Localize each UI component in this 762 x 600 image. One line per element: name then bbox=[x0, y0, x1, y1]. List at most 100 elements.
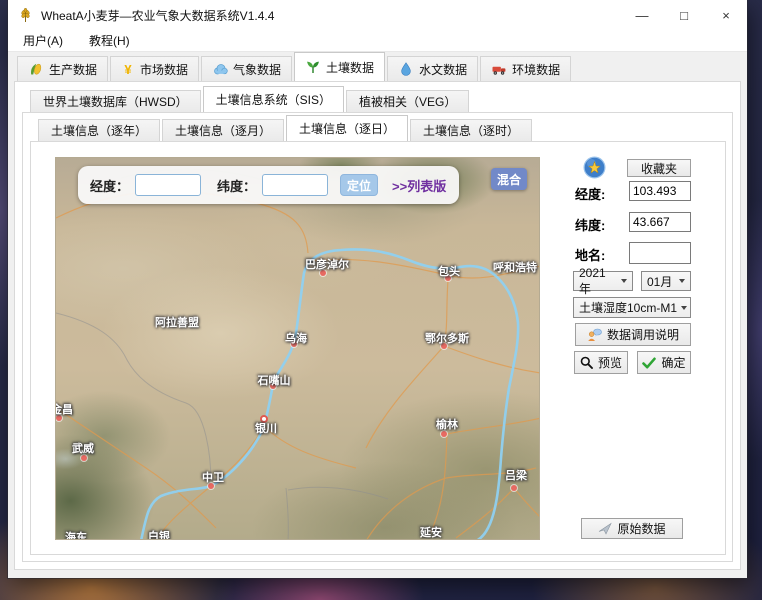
city-label: 吕梁 bbox=[505, 467, 527, 483]
place-label: 地名: bbox=[575, 245, 605, 264]
raw-data-button[interactable]: 原始数据 bbox=[581, 518, 683, 539]
water-icon bbox=[398, 61, 414, 77]
tab-hydrology-data[interactable]: 水文数据 bbox=[387, 56, 478, 81]
window-title: WheatA小麦芽—农业气象大数据系统V1.4.4 bbox=[41, 7, 274, 24]
app-window: WheatA小麦芽—农业气象大数据系统V1.4.4 — □ × 用户(A) 教程… bbox=[8, 0, 747, 578]
city-label: 银川 bbox=[255, 420, 277, 436]
menu-tutorial[interactable]: 教程(H) bbox=[80, 30, 139, 51]
chevron-down-icon bbox=[679, 279, 685, 283]
variable-select-value: 土壤湿度10cm-M1 bbox=[579, 299, 677, 316]
city-label: 鄂尔多斯 bbox=[425, 330, 469, 346]
tab-market-data[interactable]: ¥ 市场数据 bbox=[110, 56, 199, 81]
yellow-river-line bbox=[141, 249, 518, 540]
tab-soil-data[interactable]: 土壤数据 bbox=[294, 52, 385, 81]
map-layer-toggle-button[interactable]: 混合 bbox=[491, 168, 527, 190]
raw-data-button-label: 原始数据 bbox=[617, 520, 665, 537]
city-label: 延安 bbox=[420, 524, 442, 540]
map-lines-layer bbox=[56, 158, 540, 540]
preview-button[interactable]: 预览 bbox=[574, 351, 628, 374]
month-select-value: 01月 bbox=[647, 273, 672, 290]
corn-icon bbox=[28, 61, 44, 77]
city-dot bbox=[511, 485, 517, 491]
city-label: 中卫 bbox=[202, 469, 224, 485]
tab-label: 环境数据 bbox=[512, 61, 560, 78]
city-label: 乌海 bbox=[285, 330, 307, 346]
city-label: 巴彦淖尔 bbox=[305, 256, 349, 272]
person-speech-bubble-icon bbox=[587, 328, 602, 342]
tab-hwsd[interactable]: 世界土壤数据库（HWSD） bbox=[30, 90, 201, 112]
map-search-bar: 经度： 纬度： 定位 >>列表版 bbox=[78, 166, 459, 204]
lng-label: 经度: bbox=[575, 184, 605, 203]
lng-field[interactable] bbox=[629, 181, 691, 201]
tab-strip-level3: 土壤信息（逐年） 土壤信息（逐月） 土壤信息（逐日） 土壤信息（逐时） bbox=[38, 119, 534, 141]
menu-bar: 用户(A) 教程(H) bbox=[8, 30, 747, 52]
tab-label: 土壤信息（逐时） bbox=[423, 122, 519, 139]
tab-label: 植被相关（VEG） bbox=[359, 93, 456, 110]
tab-sis[interactable]: 土壤信息系统（SIS） bbox=[203, 86, 344, 112]
confirm-button-label: 确定 bbox=[661, 354, 685, 371]
tab-weather-data[interactable]: 气象数据 bbox=[201, 56, 292, 81]
tab-label: 生产数据 bbox=[49, 61, 97, 78]
tab-soil-daily[interactable]: 土壤信息（逐日） bbox=[286, 115, 408, 141]
wheat-app-icon bbox=[18, 8, 33, 23]
lat-label: 纬度: bbox=[575, 215, 605, 234]
city-label: 阿拉善盟 bbox=[155, 314, 199, 330]
list-view-link[interactable]: >>列表版 bbox=[392, 176, 446, 195]
tab-production-data[interactable]: 生产数据 bbox=[17, 56, 108, 81]
minimize-button[interactable]: — bbox=[621, 0, 663, 30]
favorite-star-icon[interactable] bbox=[583, 156, 606, 179]
tab-strip-level2: 世界土壤数据库（HWSD） 土壤信息系统（SIS） 植被相关（VEG） bbox=[30, 90, 471, 112]
lat-field[interactable] bbox=[629, 212, 691, 232]
tab-label: 土壤数据 bbox=[326, 59, 374, 76]
map-canvas[interactable]: 巴彦淖尔 包头 呼和浩特阿拉善盟乌海 鄂尔多斯石嘴山金昌武威 银川中卫 榆林吕梁白银 延安 海… bbox=[55, 157, 540, 540]
magnifier-icon bbox=[580, 356, 593, 369]
city-label: 呼和浩特 bbox=[493, 259, 537, 275]
map-lat-input[interactable] bbox=[262, 174, 328, 196]
year-select[interactable]: 2021年 bbox=[573, 271, 633, 291]
city-label: 榆林 bbox=[436, 416, 458, 432]
map-lng-input[interactable] bbox=[135, 174, 201, 196]
data-usage-help-button[interactable]: 数据调用说明 bbox=[575, 323, 691, 346]
place-field[interactable] bbox=[629, 242, 691, 264]
favorites-button[interactable]: 收藏夹 bbox=[627, 159, 691, 177]
desktop-background: WheatA小麦芽—农业气象大数据系统V1.4.4 — □ × 用户(A) 教程… bbox=[0, 0, 762, 600]
variable-select[interactable]: 土壤湿度10cm-M1 bbox=[573, 297, 691, 318]
seedling-icon bbox=[305, 59, 321, 75]
maximize-button[interactable]: □ bbox=[663, 0, 705, 30]
tab-soil-monthly[interactable]: 土壤信息（逐月） bbox=[162, 119, 284, 141]
tab-label: 市场数据 bbox=[140, 61, 188, 78]
tab-soil-hourly[interactable]: 土壤信息（逐时） bbox=[410, 119, 532, 141]
tab-label: 气象数据 bbox=[233, 61, 281, 78]
confirm-button[interactable]: 确定 bbox=[637, 351, 691, 374]
yuan-icon: ¥ bbox=[121, 62, 135, 77]
tab-label: 土壤信息（逐月） bbox=[175, 122, 271, 139]
tab-environment-data[interactable]: 环境数据 bbox=[480, 56, 571, 81]
tab-label: 土壤信息（逐年） bbox=[51, 122, 147, 139]
city-label: 海东 bbox=[65, 529, 87, 540]
city-label: 包头 bbox=[438, 263, 460, 279]
tab-strip-level1: 生产数据 ¥ 市场数据 气象数据 bbox=[17, 56, 573, 81]
tab-label: 土壤信息（逐日） bbox=[299, 120, 395, 137]
cloud-icon bbox=[212, 61, 228, 77]
year-select-value: 2021年 bbox=[579, 266, 617, 297]
locate-button[interactable]: 定位 bbox=[340, 174, 378, 196]
menu-user[interactable]: 用户(A) bbox=[14, 30, 72, 51]
close-button[interactable]: × bbox=[705, 0, 747, 30]
map-lat-label: 纬度： bbox=[217, 176, 256, 195]
help-button-label: 数据调用说明 bbox=[607, 326, 679, 343]
tab-soil-yearly[interactable]: 土壤信息（逐年） bbox=[38, 119, 160, 141]
chevron-down-icon bbox=[621, 279, 627, 283]
city-label: 白银 bbox=[148, 528, 170, 540]
raw-data-icon bbox=[598, 522, 612, 535]
month-select[interactable]: 01月 bbox=[641, 271, 691, 291]
city-label: 武威 bbox=[72, 440, 94, 456]
city-label: 石嘴山 bbox=[258, 372, 291, 388]
preview-button-label: 预览 bbox=[598, 354, 622, 371]
chevron-down-icon bbox=[681, 306, 687, 310]
tab-veg[interactable]: 植被相关（VEG） bbox=[346, 90, 469, 112]
tab-label: 水文数据 bbox=[419, 61, 467, 78]
tab-label: 土壤信息系统（SIS） bbox=[216, 91, 331, 108]
city-label: 金昌 bbox=[55, 401, 73, 417]
truck-icon bbox=[491, 61, 507, 77]
tab-label: 世界土壤数据库（HWSD） bbox=[43, 93, 188, 110]
